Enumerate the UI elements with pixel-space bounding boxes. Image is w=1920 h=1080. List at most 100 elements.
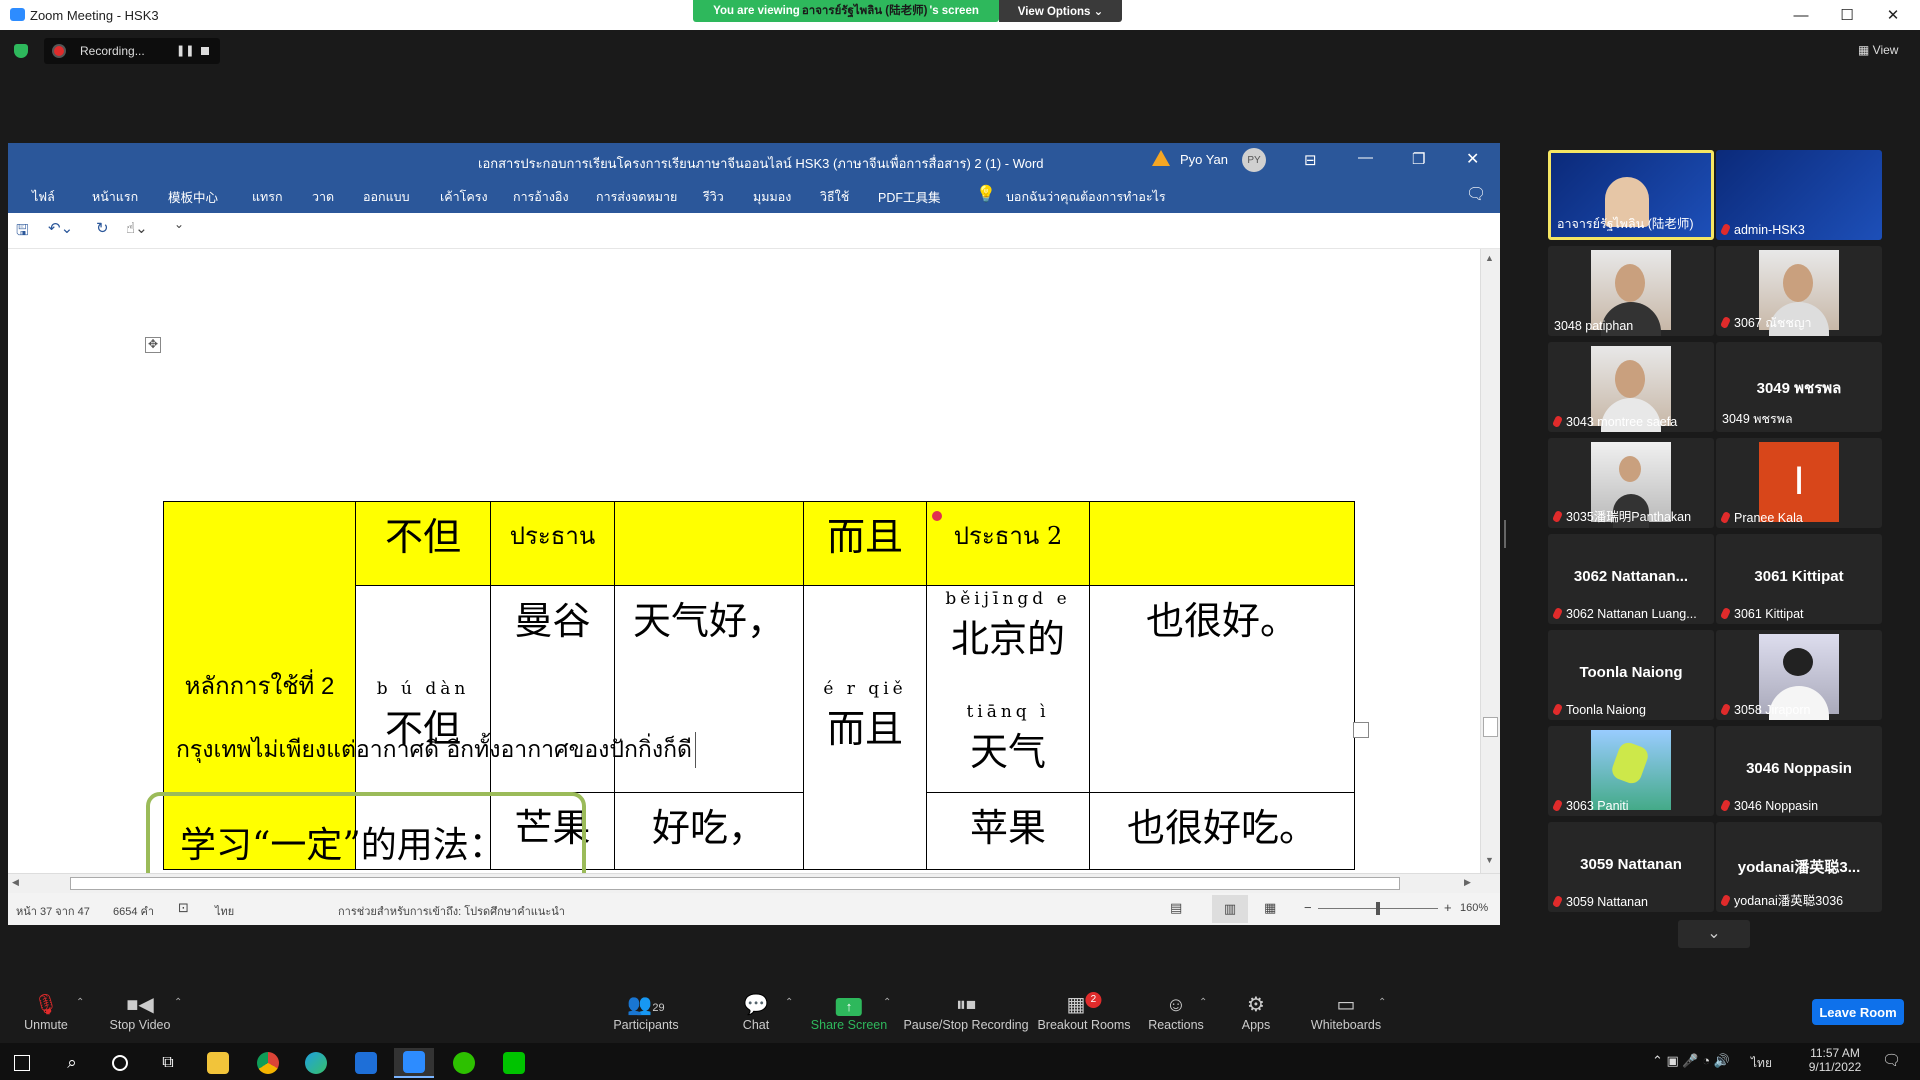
tab-insert[interactable]: แทรก [252,187,283,207]
zoom-in-icon[interactable]: + [1444,900,1452,915]
participant-tile[interactable]: 3043 montree saefa [1548,342,1714,432]
participant-tile[interactable]: 3049 พชรพล 3049 พชรพล [1716,342,1882,432]
tab-mailings[interactable]: การส่งจดหมาย [596,187,677,207]
participant-tile[interactable]: 3035潘瑞明Panthakan [1548,438,1714,528]
share-options-chevron-icon[interactable]: ⌃ [883,997,891,1008]
vertical-scrollbar[interactable]: ▲ ▼ [1480,249,1500,873]
gallery-next-page-chevron-icon[interactable]: ⌄ [1678,920,1750,948]
notifications-icon[interactable]: 🗨 [1882,1051,1901,1069]
participant-tile[interactable]: 3067 ณัชชญา [1716,246,1882,336]
audio-options-chevron-icon[interactable]: ⌃ [76,997,84,1008]
wechat-icon[interactable] [444,1048,484,1078]
zoom-app-icon[interactable] [394,1048,434,1078]
apps-button[interactable]: ⚙ Apps [1242,992,1271,1032]
ribbon-display-icon[interactable]: ⊟ [1304,151,1317,169]
tab-pdf-tools[interactable]: PDF工具集 [878,187,941,206]
stop-recording-button[interactable] [201,47,209,55]
view-options-button[interactable]: View Options ⌄ [999,0,1122,22]
proofing-icon[interactable]: ⊡ [178,900,189,916]
clock[interactable]: 11:57 AM 9/11/2022 [1800,1046,1870,1074]
redo-icon[interactable]: ↻ [96,219,109,237]
zoom-slider-thumb[interactable] [1376,902,1380,915]
participant-tile[interactable]: 3048 patiphan [1548,246,1714,336]
tab-design[interactable]: ออกแบบ [363,187,410,207]
tell-me-search[interactable]: บอกฉันว่าคุณต้องการทำอะไร [1006,187,1166,207]
tab-template-center[interactable]: 模板中心 [168,187,218,206]
split-drag-handle[interactable] [1504,520,1506,548]
edge-icon[interactable] [296,1048,336,1078]
participant-tile[interactable]: 3046 Noppasin 3046 Noppasin [1716,726,1882,816]
participant-tile[interactable]: yodanai潘英聪3... yodanai潘英聪3036 [1716,822,1882,912]
stop-video-button[interactable]: ■◀ Stop Video [110,992,171,1032]
view-button[interactable]: ▦ View [1858,43,1898,57]
share-screen-button[interactable]: ↑ Share Screen [811,992,887,1032]
maximize-button[interactable]: ☐ [1824,0,1870,30]
web-layout-icon[interactable]: ▦ [1264,900,1276,916]
zoom-out-icon[interactable]: − [1304,900,1312,915]
scroll-left-icon[interactable]: ◀ [12,877,19,888]
participant-tile[interactable]: Toonla Naiong Toonla Naiong [1548,630,1714,720]
word-close-button[interactable]: ✕ [1466,149,1479,169]
participant-tile[interactable]: 3063 Paniti [1548,726,1714,816]
scroll-right-icon[interactable]: ▶ [1464,877,1471,888]
language-indicator[interactable]: ไทย [215,902,234,920]
file-explorer-icon[interactable] [198,1048,238,1078]
minimize-button[interactable]: — [1778,0,1824,30]
participant-tile[interactable]: 3059 Nattanan 3059 Nattanan [1548,822,1714,912]
whiteboard-options-chevron-icon[interactable]: ⌃ [1378,997,1386,1008]
customize-qat-icon[interactable]: ⌄ [174,217,184,231]
system-tray-icons[interactable]: ⌃ ▣ 🎤 ◔ 🔊 [1652,1053,1730,1069]
chat-options-chevron-icon[interactable]: ⌃ [785,997,793,1008]
participant-tile[interactable]: 3058 Jiraporn [1716,630,1882,720]
horizontal-scroll-thumb[interactable] [70,877,1400,890]
read-mode-icon[interactable]: ▤ [1170,900,1182,916]
table-resize-handle[interactable] [1353,722,1369,738]
page-count[interactable]: หน้า 37 จาก 47 [16,902,90,920]
participant-tile[interactable]: 3061 Kittipat 3061 Kittipat [1716,534,1882,624]
participants-button[interactable]: 👥29 Participants [613,992,678,1032]
accessibility-checker[interactable]: การช่วยสำหรับการเข้าถึง: โปรดศึกษาคำแนะน… [338,902,565,920]
table-move-handle-icon[interactable]: ✥ [145,337,161,353]
windows-start-icon[interactable] [2,1048,42,1078]
video-options-chevron-icon[interactable]: ⌃ [174,997,182,1008]
tab-file[interactable]: ไฟล์ [32,187,55,207]
word-minimize-button[interactable]: — [1358,149,1373,166]
leave-room-button[interactable]: Leave Room [1812,999,1904,1025]
participant-tile[interactable]: 3062 Nattanan... 3062 Nattanan Luang... [1548,534,1714,624]
save-icon[interactable]: 🖫 [16,220,29,245]
word-user-avatar[interactable]: PY [1242,148,1266,172]
touch-mode-icon[interactable]: ☝⌄ [126,219,148,237]
cortana-icon[interactable] [100,1048,140,1078]
photos-icon[interactable] [346,1048,386,1078]
tab-references[interactable]: การอ้างอิง [513,187,569,207]
comments-icon[interactable]: 🗨 [1466,184,1486,204]
search-icon[interactable]: ⌕ [52,1048,92,1078]
tab-review[interactable]: รีวิว [703,187,724,207]
tab-help[interactable]: วิธีใช้ [820,187,849,207]
word-restore-button[interactable]: ❐ [1412,150,1425,168]
task-view-icon[interactable]: ⧉ [148,1048,188,1078]
participant-tile-admin[interactable]: admin-HSK3 [1716,150,1882,240]
chrome-icon[interactable] [248,1048,288,1078]
tab-view[interactable]: มุมมอง [753,187,791,207]
input-language[interactable]: ไทย [1751,1054,1772,1073]
reactions-options-chevron-icon[interactable]: ⌃ [1199,997,1207,1008]
line-icon[interactable] [494,1048,534,1078]
whiteboards-button[interactable]: ▭ Whiteboards [1311,992,1381,1032]
document-canvas[interactable]: ✥ หลักการใช้ที่ 2 不但 ประธาน 而且 ประธาน 2 … [8,249,1480,873]
horizontal-scrollbar[interactable]: ◀ ▶ [8,873,1500,893]
print-layout-icon[interactable]: ▥ [1212,895,1248,923]
pause-recording-button[interactable]: ❚❚ [176,44,194,57]
vertical-scroll-thumb[interactable] [1483,717,1498,737]
zoom-level[interactable]: 160% [1460,902,1488,914]
word-count[interactable]: 6654 คำ [113,902,154,920]
close-button[interactable]: ✕ [1870,0,1916,30]
participant-tile[interactable]: I Pranee Kala [1716,438,1882,528]
tab-layout[interactable]: เค้าโครง [440,187,488,207]
tab-draw[interactable]: วาด [312,187,334,207]
scroll-up-icon[interactable]: ▲ [1485,253,1494,263]
undo-icon[interactable]: ↶⌄ [48,219,73,237]
breakout-rooms-button[interactable]: ▦ 2 Breakout Rooms [1037,992,1131,1032]
reactions-button[interactable]: ☺ Reactions [1148,992,1204,1032]
pause-stop-recording-button[interactable]: ⏸⏹ Pause/Stop Recording [903,992,1028,1032]
